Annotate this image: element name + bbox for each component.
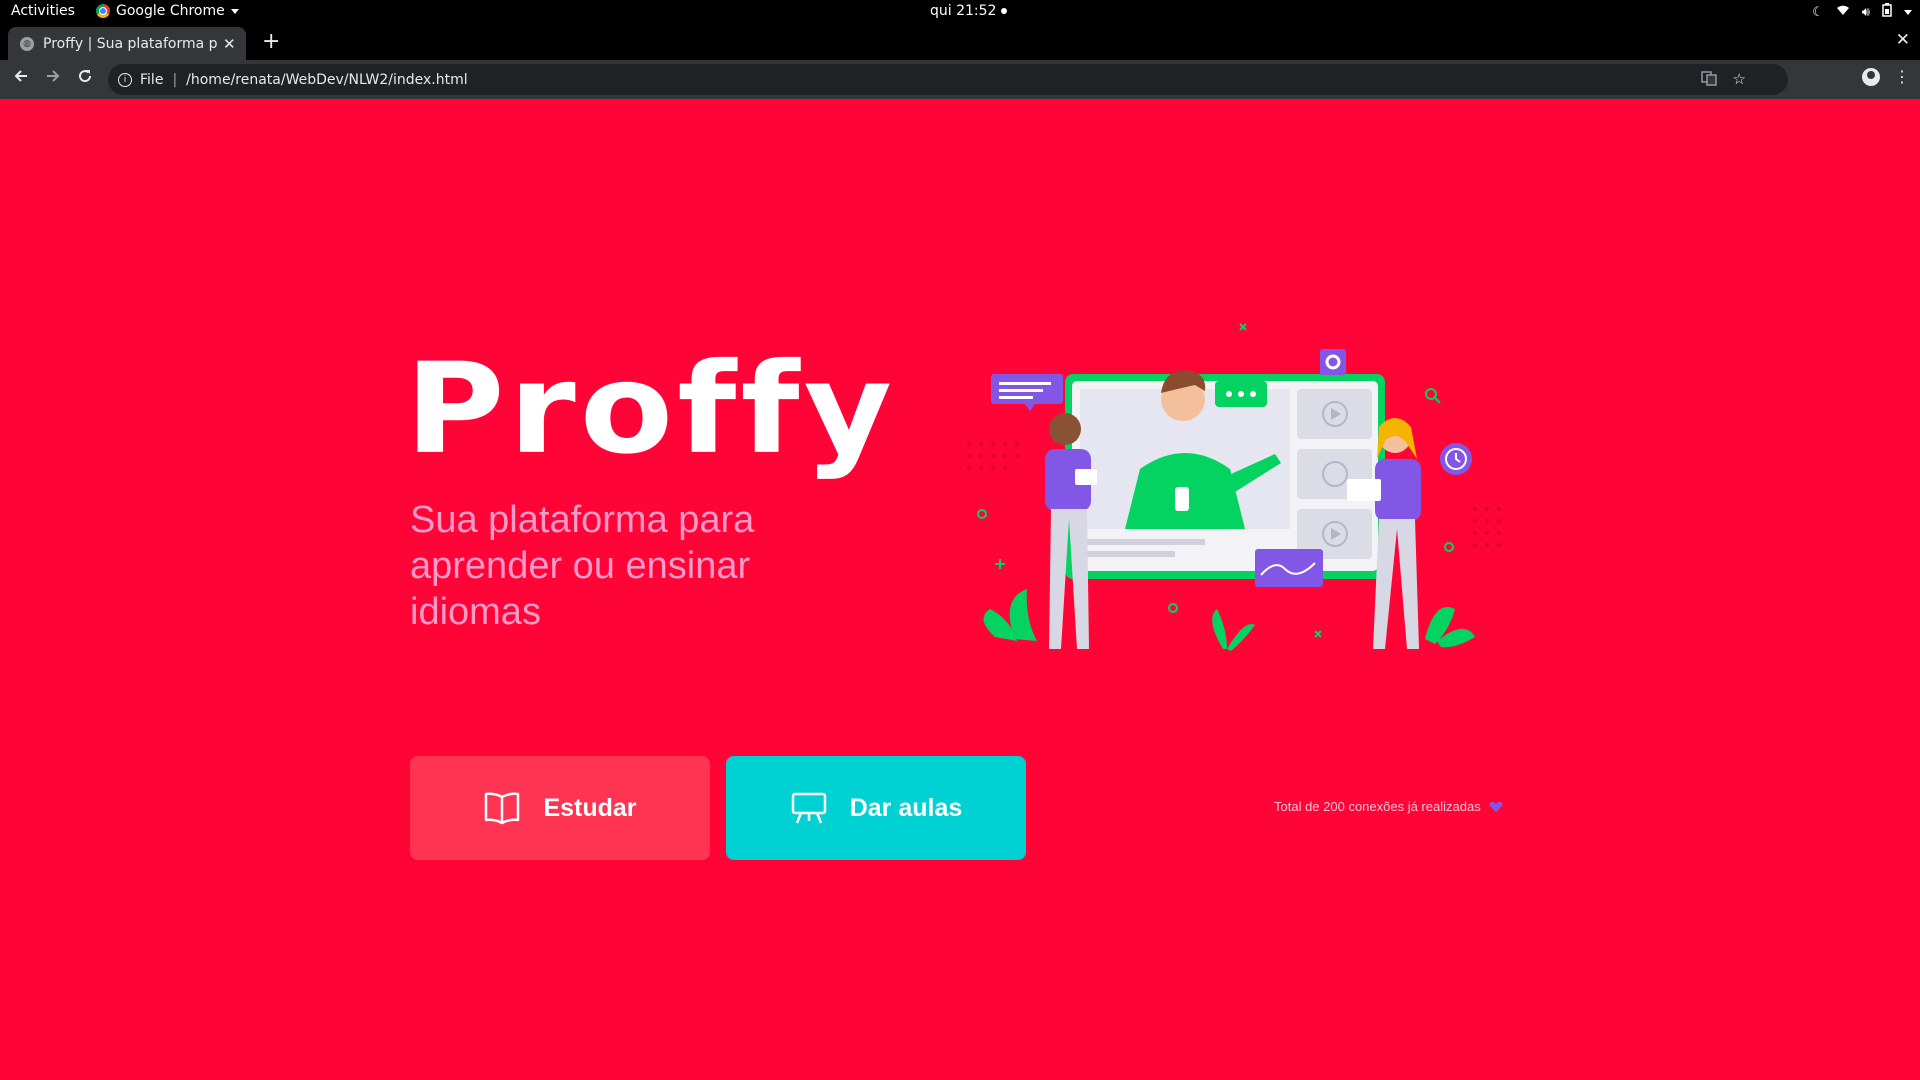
study-button-label: Estudar	[543, 793, 637, 822]
app-menu[interactable]: Google Chrome	[96, 3, 239, 19]
volume-icon: 🔊︎	[1861, 4, 1870, 20]
url-text[interactable]: /home/renata/WebDev/NLW2/index.html	[186, 72, 467, 88]
back-button[interactable]	[13, 68, 29, 89]
tagline: Sua plataforma para aprender ou ensinar …	[410, 499, 755, 633]
tab-strip: ◍ Proffy | Sua plataforma para aprender …	[0, 25, 1920, 60]
study-button[interactable]: Estudar	[410, 756, 710, 860]
clock-label: qui 21:52	[930, 3, 997, 19]
new-tab-button[interactable]: +	[262, 29, 280, 54]
chrome-icon	[96, 4, 110, 18]
page-landing: Proffy Sua plataforma para aprender ou e…	[0, 99, 1920, 1080]
url-separator: |	[172, 71, 178, 88]
tab-proffy[interactable]: ◍ Proffy | Sua plataforma para aprender …	[8, 27, 246, 60]
teach-button-label: Dar aulas	[849, 793, 963, 822]
hero-illustration	[967, 323, 1501, 651]
connections-text: Total de 200 conexões já realizadas	[1274, 799, 1481, 814]
activities-button[interactable]: Activities	[11, 3, 75, 19]
system-status-menu[interactable]: ☾ 🔊︎	[1812, 3, 1912, 21]
menu-kebab-icon[interactable]: ⋮	[1894, 67, 1910, 86]
reload-button[interactable]	[77, 68, 93, 89]
heart-icon	[1489, 801, 1502, 812]
url-scheme-label: File	[140, 71, 164, 88]
book-icon	[485, 792, 520, 825]
connections-counter: Total de 200 conexões já realizadas	[1274, 799, 1503, 814]
notification-dot-icon	[1001, 8, 1008, 14]
info-icon[interactable]: i	[118, 72, 132, 87]
clock[interactable]: qui 21:52	[930, 3, 1008, 19]
chevron-down-icon	[1904, 9, 1912, 15]
battery-icon	[1882, 3, 1892, 21]
wifi-icon	[1836, 4, 1850, 20]
system-top-bar: Activities Google Chrome qui 21:52 ☾ 🔊︎	[0, 0, 1920, 25]
globe-icon: ◍	[20, 36, 34, 51]
forward-button[interactable]	[45, 68, 61, 89]
tab-title: Proffy | Sua plataforma para aprender ou…	[43, 35, 218, 52]
chevron-down-icon	[230, 8, 239, 14]
profile-avatar[interactable]	[1862, 67, 1880, 86]
browser-toolbar: i File | /home/renata/WebDev/NLW2/index.…	[0, 60, 1920, 99]
address-bar[interactable]: i File | /home/renata/WebDev/NLW2/index.…	[108, 64, 1788, 95]
presentation-board-icon	[791, 792, 826, 824]
app-menu-label: Google Chrome	[116, 3, 225, 19]
night-light-icon: ☾	[1812, 4, 1824, 20]
close-tab-icon[interactable]: ✕	[223, 35, 236, 53]
teach-button[interactable]: Dar aulas	[726, 756, 1026, 860]
bookmark-star-icon[interactable]: ☆	[1733, 70, 1746, 90]
close-window-button[interactable]: ✕	[1896, 30, 1910, 50]
translate-icon[interactable]	[1700, 70, 1717, 90]
proffy-logo: Proffy	[405, 336, 897, 483]
